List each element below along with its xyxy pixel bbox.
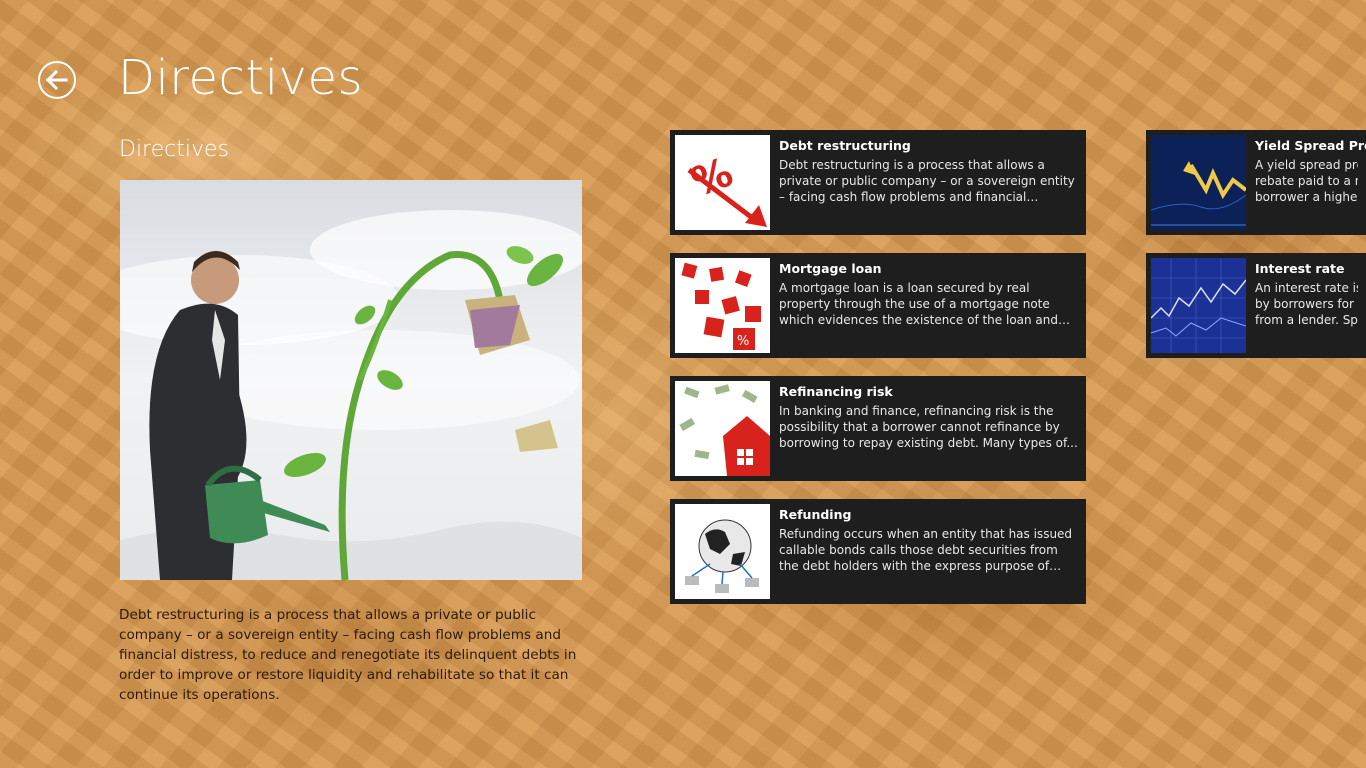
section-title: Directives [119,137,229,162]
tile-refinancing-risk[interactable]: Refinancing risk In banking and finance,… [670,376,1086,481]
tile-title: Debt restructuring [779,138,911,153]
back-button[interactable] [38,61,76,99]
tile-title: Refinancing risk [779,384,893,399]
tile-refunding[interactable]: Refunding Refunding occurs when an entit… [670,499,1086,604]
tile-title: Refunding [779,507,852,522]
tile-title: Interest rate [1255,261,1345,276]
percent-down-arrow-image: % [675,135,770,230]
back-arrow-icon [46,70,68,90]
tile-description: Refunding occurs when an entity that has… [779,527,1073,573]
tile-title: Mortgage loan [779,261,882,276]
house-money-image [675,381,770,476]
globe-network-image [675,504,770,599]
tile-interest-rate[interactable]: Interest rate An interest rate is th by … [1146,253,1366,358]
tile-yield-spread-premium[interactable]: Yield Spread Prem A yield spread prem re… [1146,130,1366,235]
tile-description: Debt restructuring is a process that all… [779,158,1075,204]
tile-description: A mortgage loan is a loan secured by rea… [779,281,1059,327]
percent-dice-image: % [675,258,770,353]
section-description: Debt restructuring is a process that all… [119,607,577,703]
tile-description: An interest rate is th by borrowers for … [1255,281,1358,327]
market-graph-image [1151,258,1246,353]
tile-title: Yield Spread Prem [1255,138,1366,153]
hero-image [120,180,582,580]
tile-description: A yield spread prem rebate paid to a mo … [1255,158,1358,204]
page-title: Directives [118,50,363,106]
tile-mortgage-loan[interactable]: % Mortgage loan A mortgage loan is a loa… [670,253,1086,358]
svg-text:%: % [737,334,749,349]
tile-debt-restructuring[interactable]: % Debt restructuring Debt restructuring … [670,130,1086,235]
stock-chart-image [1151,135,1246,230]
tile-description: In banking and finance, refinancing risk… [779,404,1078,450]
svg-text:%: % [685,149,738,206]
